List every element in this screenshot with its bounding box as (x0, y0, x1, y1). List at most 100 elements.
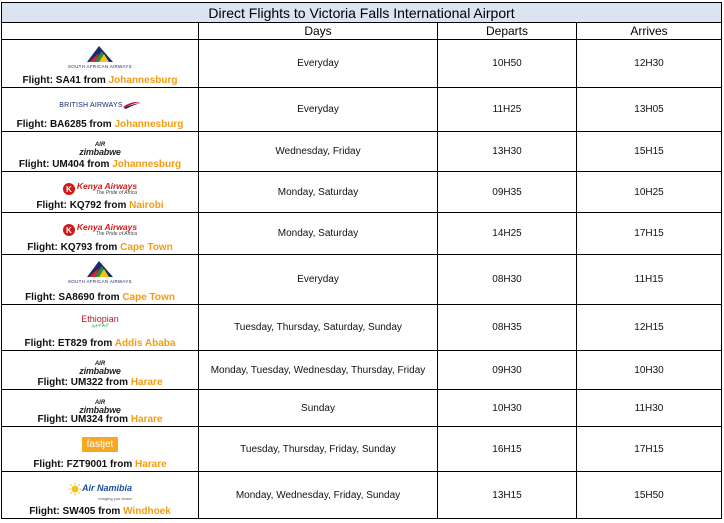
british-airways-logo: BRITISH AIRWAYS (2, 92, 198, 118)
flight-number: Flight: FZT9001 from (33, 459, 135, 470)
departs-cell: 10H30 (437, 389, 577, 427)
origin-city: Johannesburg (114, 119, 184, 130)
arrives-cell: 10H25 (576, 171, 722, 213)
flight-row: AIR zimbabwe Flight: UM322 from Harare Mond… (1, 350, 722, 390)
header-flight (1, 22, 199, 40)
origin-city: Harare (134, 459, 167, 470)
days-cell: Monday, Saturday (198, 171, 438, 213)
south-african-airways-logo: SOUTH AFRICAN AIRWAYS (2, 44, 198, 70)
days-cell: Monday, Saturday (198, 212, 438, 255)
departs-cell: 13H30 (437, 131, 577, 172)
days-cell: Everyday (198, 87, 438, 132)
flight-number: Flight: SW405 from (29, 506, 124, 517)
origin-city: Harare (130, 377, 163, 388)
flight-cell: Ethiopian ኢትዮጵያ Flight: ET829 from Addis A… (1, 304, 199, 351)
flight-number: Flight: UM404 from (18, 159, 113, 170)
flight-label: Flight: FZT9001 from Harare (2, 459, 198, 470)
days-cell: Monday, Wednesday, Friday, Sunday (198, 471, 438, 519)
flight-row: K Kenya Airways The Pride of Africa Flight:… (1, 212, 722, 255)
origin-city: Harare (130, 414, 163, 425)
kenya-airways-k-icon: K (62, 183, 75, 195)
flight-cell: AIR zimbabwe Flight: UM324 from Harare (1, 389, 199, 427)
flight-row: fastjet Flight: FZT9001 from Harare Tuesda… (1, 426, 722, 472)
flight-number: Flight: SA41 from (22, 75, 109, 86)
arrives-cell: 12H30 (576, 39, 722, 88)
flight-label: Flight: KQ792 from Nairobi (2, 200, 198, 211)
kenya-airways-logo: K Kenya Airways The Pride of Africa (2, 176, 198, 202)
saa-tail-icon (86, 46, 113, 62)
flight-row: AIR zimbabwe Flight: UM324 from Harare Sund… (1, 389, 722, 427)
flight-number: Flight: SA8690 from (25, 292, 123, 303)
origin-city: Addis Ababa (114, 338, 176, 349)
departs-cell: 09H35 (437, 171, 577, 213)
header-days: Days (198, 22, 438, 40)
origin-city: Johannesburg (108, 75, 178, 86)
departs-cell: 08H30 (437, 254, 577, 305)
origin-city: Cape Town (120, 242, 173, 253)
kenya-airways-k-icon: K (62, 224, 75, 236)
departs-cell: 08H35 (437, 304, 577, 351)
fastjet-logo: fastjet (2, 431, 198, 457)
flight-cell: K Kenya Airways The Pride of Africa Flight:… (1, 212, 199, 255)
flight-label: Flight: BA6285 from Johannesburg (2, 119, 198, 130)
origin-city: Cape Town (122, 292, 175, 303)
flight-number: Flight: KQ793 from (27, 242, 121, 253)
flight-cell: AIR zimbabwe Flight: UM322 from Harare (1, 350, 199, 390)
arrives-cell: 17H15 (576, 426, 722, 472)
origin-city: Nairobi (129, 200, 164, 211)
flight-number: Flight: UM324 from (37, 414, 131, 425)
flight-number: Flight: ET829 from (24, 338, 115, 349)
arrives-cell: 15H50 (576, 471, 722, 519)
origin-city: Windhoek (123, 506, 171, 517)
departs-cell: 11H25 (437, 87, 577, 132)
arrives-cell: 17H15 (576, 212, 722, 255)
flight-label: Flight: SA8690 from Cape Town (2, 292, 198, 303)
departs-cell: 14H25 (437, 212, 577, 255)
flight-row: AIR zimbabwe Flight: UM404 from Johannesbu… (1, 131, 722, 172)
flight-row: Air Namibia bringing you closer Flight: SW… (1, 471, 722, 519)
arrives-cell: 12H15 (576, 304, 722, 351)
ethiopian-logo: Ethiopian ኢትዮጵያ (81, 314, 119, 329)
header-departs: Departs (437, 22, 577, 40)
kenya-airways-logo: K Kenya Airways The Pride of Africa (2, 217, 198, 243)
flight-label: Flight: KQ793 from Cape Town (2, 242, 198, 253)
flight-cell: Air Namibia bringing you closer Flight: SW… (1, 471, 199, 519)
flight-row: Ethiopian ኢትዮጵያ Flight: ET829 from Addis A… (1, 304, 722, 351)
days-cell: Everyday (198, 39, 438, 88)
arrives-cell: 13H05 (576, 87, 722, 132)
days-cell: Sunday (198, 389, 438, 427)
flight-label: Flight: SW405 from Windhoek (2, 506, 198, 517)
south-african-airways-logo: SOUTH AFRICAN AIRWAYS (2, 259, 198, 285)
flight-cell: fastjet Flight: FZT9001 from Harare (1, 426, 199, 472)
saa-tail-icon (86, 261, 113, 277)
ba-ribbon-icon (122, 101, 141, 109)
air-namibia-sun-icon (68, 482, 82, 496)
flight-cell: SOUTH AFRICAN AIRWAYS Flight: SA8690 from… (1, 254, 199, 305)
flight-number: Flight: KQ792 from (36, 200, 130, 211)
departs-cell: 10H50 (437, 39, 577, 88)
days-cell: Wednesday, Friday (198, 131, 438, 172)
flights-table: Direct Flights to Victoria Falls Interna… (1, 2, 722, 519)
flight-label: Flight: ET829 from Addis Ababa (2, 338, 198, 349)
flight-label: Flight: UM322 from Harare (2, 377, 198, 388)
departs-cell: 13H15 (437, 471, 577, 519)
arrives-cell: 11H15 (576, 254, 722, 305)
days-cell: Tuesday, Thursday, Saturday, Sunday (198, 304, 438, 351)
flight-row: K Kenya Airways The Pride of Africa Flight:… (1, 171, 722, 213)
days-cell: Everyday (198, 254, 438, 305)
air-namibia-logo: Air Namibia bringing you closer (2, 476, 198, 502)
flight-cell: BRITISH AIRWAYS Flight: BA6285 from Johan… (1, 87, 199, 132)
flight-row: BRITISH AIRWAYS Flight: BA6285 from Johan… (1, 87, 722, 132)
days-cell: Monday, Tuesday, Wednesday, Thursday, Fr… (198, 350, 438, 390)
flight-cell: AIR zimbabwe Flight: UM404 from Johannesbu… (1, 131, 199, 172)
flight-cell: SOUTH AFRICAN AIRWAYS Flight: SA41 from J… (1, 39, 199, 88)
flight-label: Flight: UM404 from Johannesburg (2, 159, 198, 170)
flight-row: SOUTH AFRICAN AIRWAYS Flight: SA8690 from… (1, 254, 722, 305)
flight-cell: K Kenya Airways The Pride of Africa Flight:… (1, 171, 199, 213)
arrives-cell: 11H30 (576, 389, 722, 427)
header-arrives: Arrives (576, 22, 722, 40)
flight-row: SOUTH AFRICAN AIRWAYS Flight: SA41 from J… (1, 39, 722, 88)
flight-number: Flight: BA6285 from (16, 119, 115, 130)
days-cell: Tuesday, Thursday, Friday, Sunday (198, 426, 438, 472)
table-title: Direct Flights to Victoria Falls Interna… (1, 2, 722, 23)
